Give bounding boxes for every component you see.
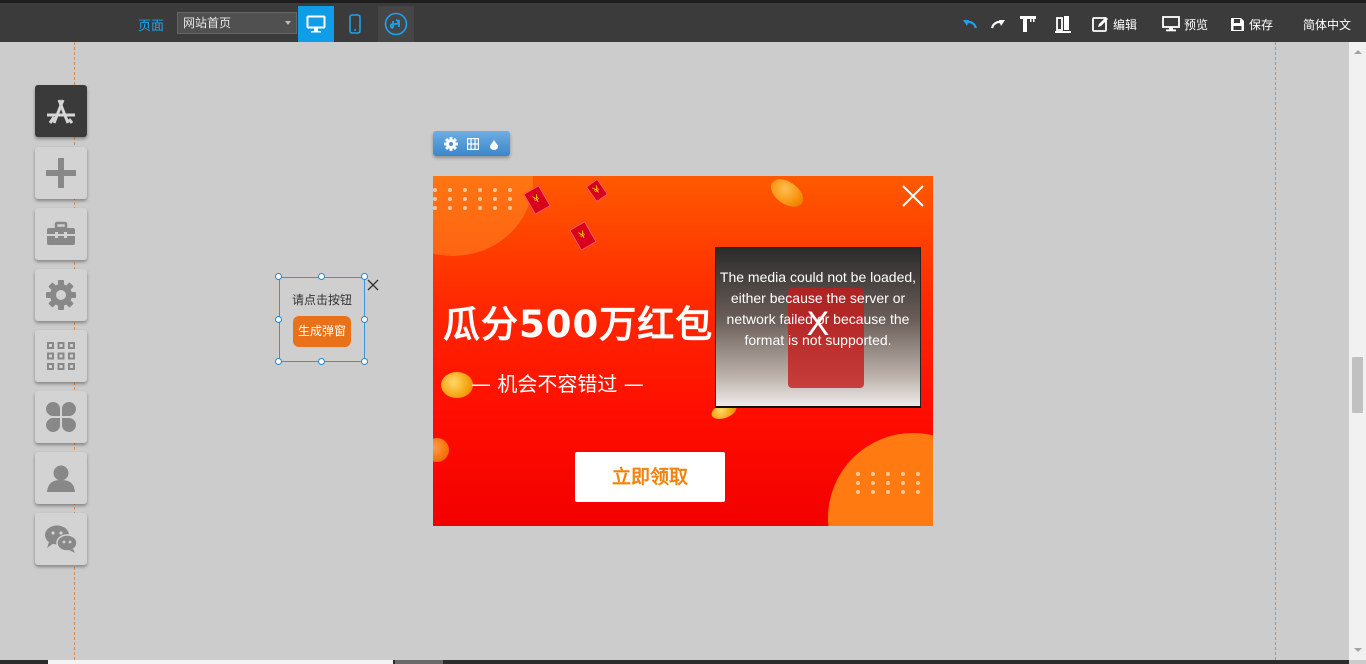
scroll-down-icon[interactable] xyxy=(1354,648,1362,652)
resize-handle-left[interactable] xyxy=(275,316,282,323)
grid-icon xyxy=(47,342,75,370)
sidebar-item-member[interactable] xyxy=(35,452,87,504)
media-player[interactable]: The media could not be loaded, either be… xyxy=(715,247,921,408)
undo-icon xyxy=(963,20,978,29)
close-icon[interactable] xyxy=(901,184,925,208)
redo-button[interactable] xyxy=(990,14,1006,34)
toolbox-icon xyxy=(47,221,75,245)
decor-dots xyxy=(856,472,926,494)
media-close-icon[interactable]: X xyxy=(716,305,920,344)
language-selector[interactable]: 简体中文 xyxy=(1303,16,1351,33)
monitor-icon xyxy=(306,15,326,33)
ruler-button[interactable] xyxy=(1019,14,1037,34)
right-guide-line xyxy=(1275,42,1276,660)
save-icon xyxy=(1231,17,1244,31)
popup-subline: — 机会不容错过 — xyxy=(471,372,644,396)
resize-handle-bottom-right[interactable] xyxy=(361,358,368,365)
canvas-button-element[interactable]: 请点击按钮 生成弹窗 xyxy=(279,277,365,362)
sidebar-item-components[interactable] xyxy=(35,391,87,443)
element-title: 请点击按钮 xyxy=(291,293,352,307)
red-envelope-icon: ¥ xyxy=(569,221,597,251)
resize-handle-bottom-left[interactable] xyxy=(275,358,282,365)
redo-icon xyxy=(990,20,1005,29)
red-envelope-icon: ¥ xyxy=(585,178,609,203)
sidebar-item-settings[interactable] xyxy=(35,269,87,321)
mobile-view-button[interactable] xyxy=(337,6,373,42)
top-toolbar: 页面 网站首页 编辑 预览 保存 简体中文 xyxy=(0,0,1366,42)
page-select[interactable]: 网站首页 xyxy=(177,12,297,34)
resize-handle-bottom[interactable] xyxy=(318,358,325,365)
generate-popup-button[interactable]: 生成弹窗 xyxy=(293,316,351,347)
desktop-view-button[interactable] xyxy=(298,6,334,42)
clover-icon xyxy=(46,402,76,432)
resize-handle-top[interactable] xyxy=(318,273,325,280)
bar-align-icon xyxy=(1055,16,1071,33)
grid-icon[interactable] xyxy=(466,137,479,150)
align-button[interactable] xyxy=(1055,14,1071,34)
sidebar-item-add[interactable] xyxy=(35,147,87,199)
paint-icon[interactable] xyxy=(488,138,500,150)
app-store-icon xyxy=(47,99,75,124)
gear-icon[interactable] xyxy=(443,136,458,151)
sidebar-item-toolbox[interactable] xyxy=(35,208,87,260)
ruler-icon xyxy=(1020,16,1036,32)
save-button[interactable]: 保存 xyxy=(1230,14,1273,34)
edit-button[interactable]: 编辑 xyxy=(1092,14,1137,34)
claim-button[interactable]: 立即领取 xyxy=(575,452,725,502)
bottom-bar xyxy=(0,660,1349,664)
resize-handle-right[interactable] xyxy=(361,316,368,323)
mini-program-button[interactable] xyxy=(378,6,414,42)
scroll-thumb[interactable] xyxy=(1352,357,1363,413)
sidebar-item-wechat[interactable] xyxy=(35,513,87,565)
sidebar-item-app-store[interactable] xyxy=(35,85,87,137)
save-label: 保存 xyxy=(1249,17,1274,32)
coin-icon xyxy=(441,372,473,398)
gear-icon xyxy=(46,280,76,310)
user-icon xyxy=(47,465,75,492)
coin-icon xyxy=(765,176,809,213)
phone-icon xyxy=(349,14,361,34)
chevron-down-icon xyxy=(285,21,291,25)
monitor-icon xyxy=(1162,16,1180,32)
sidebar-item-grid[interactable] xyxy=(35,330,87,382)
edit-label: 编辑 xyxy=(1113,17,1138,32)
preview-label: 预览 xyxy=(1184,17,1209,32)
popup-headline: 瓜分500万红包 xyxy=(443,303,714,346)
vertical-scrollbar[interactable] xyxy=(1349,42,1366,660)
coin-icon xyxy=(433,438,449,462)
close-icon[interactable] xyxy=(367,279,379,291)
page-select-value: 网站首页 xyxy=(183,16,232,30)
bottom-bar-segment xyxy=(395,660,443,664)
bottom-bar-segment xyxy=(48,660,393,664)
wechat-icon xyxy=(45,525,78,553)
edit-icon xyxy=(1092,16,1108,32)
preview-button[interactable]: 预览 xyxy=(1162,14,1208,34)
promo-popup: ¥ ¥ ¥ 瓜分500万红包 — 机会不容错过 — The media coul… xyxy=(433,176,933,526)
scroll-up-icon[interactable] xyxy=(1354,50,1362,54)
decor-dots xyxy=(433,188,518,210)
undo-button[interactable] xyxy=(962,14,978,34)
mini-program-icon xyxy=(384,12,408,36)
resize-handle-top-left[interactable] xyxy=(275,273,282,280)
plus-icon xyxy=(46,158,76,188)
page-label: 页面 xyxy=(138,19,165,34)
element-toolbar xyxy=(433,131,510,156)
